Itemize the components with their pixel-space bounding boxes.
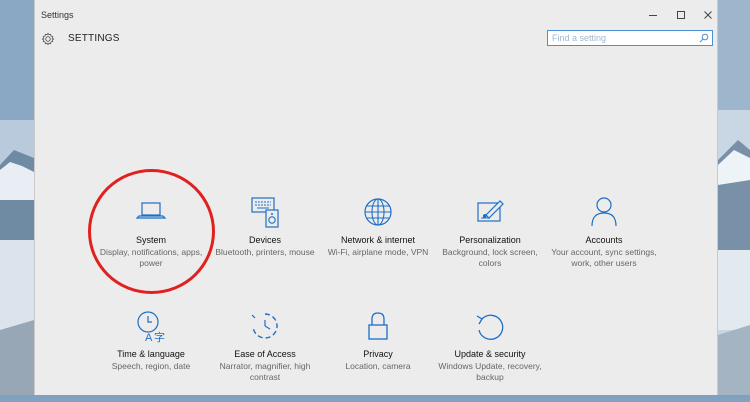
category-description: Windows Update, recovery, backup xyxy=(438,361,542,382)
close-icon xyxy=(704,11,712,19)
minimize-button[interactable] xyxy=(641,6,665,24)
minimize-icon xyxy=(649,15,657,16)
person-icon xyxy=(591,197,617,227)
settings-window: Settings SETTINGS System Display, no xyxy=(34,0,718,395)
desktop-wallpaper-left xyxy=(0,0,34,395)
category-description: Wi-Fi, airplane mode, VPN xyxy=(327,247,429,257)
search-box[interactable] xyxy=(547,30,713,46)
category-devices[interactable]: Devices Bluetooth, printers, mouse xyxy=(208,196,322,288)
svg-text:字: 字 xyxy=(154,330,165,344)
category-description: Bluetooth, printers, mouse xyxy=(215,247,315,257)
category-description: Speech, region, date xyxy=(111,361,191,371)
window-title: Settings xyxy=(41,10,74,20)
keyboard-speaker-icon xyxy=(251,197,279,228)
title-bar[interactable]: Settings xyxy=(35,0,717,30)
category-personalization[interactable]: Personalization Background, lock screen,… xyxy=(433,196,547,288)
globe-icon xyxy=(364,198,392,226)
category-description: Your account, sync settings, work, other… xyxy=(551,247,657,268)
category-ease-of-access[interactable]: Ease of Access Narrator, magnifier, high… xyxy=(208,310,322,402)
category-description: Location, camera xyxy=(345,361,411,371)
maximize-icon xyxy=(677,11,685,19)
svg-text:A: A xyxy=(145,332,153,344)
search-input[interactable] xyxy=(552,32,692,44)
stopwatch-icon xyxy=(251,313,278,339)
category-update-security[interactable]: Update & security Windows Update, recove… xyxy=(433,310,547,402)
desktop-wallpaper-right xyxy=(718,0,750,395)
category-privacy[interactable]: Privacy Location, camera xyxy=(321,310,435,402)
category-label: Personalization xyxy=(459,235,521,245)
category-label: Privacy xyxy=(363,349,393,359)
refresh-icon xyxy=(476,314,504,340)
highlight-circle-annotation xyxy=(88,169,215,294)
close-button[interactable] xyxy=(696,6,720,24)
category-description: Narrator, magnifier, high contrast xyxy=(219,361,311,382)
category-time-language[interactable]: A 字 Time & language Speech, region, date xyxy=(94,310,208,402)
page-title: SETTINGS xyxy=(68,33,120,44)
category-label: Time & language xyxy=(117,349,185,359)
category-label: Devices xyxy=(248,235,281,245)
category-label: Ease of Access xyxy=(234,349,296,359)
maximize-button[interactable] xyxy=(669,6,693,24)
lock-icon xyxy=(368,312,388,340)
search-icon[interactable] xyxy=(699,33,709,43)
category-label: Accounts xyxy=(585,235,623,245)
category-network-internet[interactable]: Network & internet Wi-Fi, airplane mode,… xyxy=(321,196,435,288)
category-label: Network & internet xyxy=(340,235,416,245)
paint-brush-icon xyxy=(477,200,504,222)
clock-language-icon: A 字 xyxy=(137,311,165,344)
category-label: Update & security xyxy=(454,349,526,359)
category-description: Background, lock screen, colors xyxy=(442,247,538,268)
gear-icon xyxy=(41,32,55,46)
category-accounts[interactable]: Accounts Your account, sync settings, wo… xyxy=(547,196,661,288)
